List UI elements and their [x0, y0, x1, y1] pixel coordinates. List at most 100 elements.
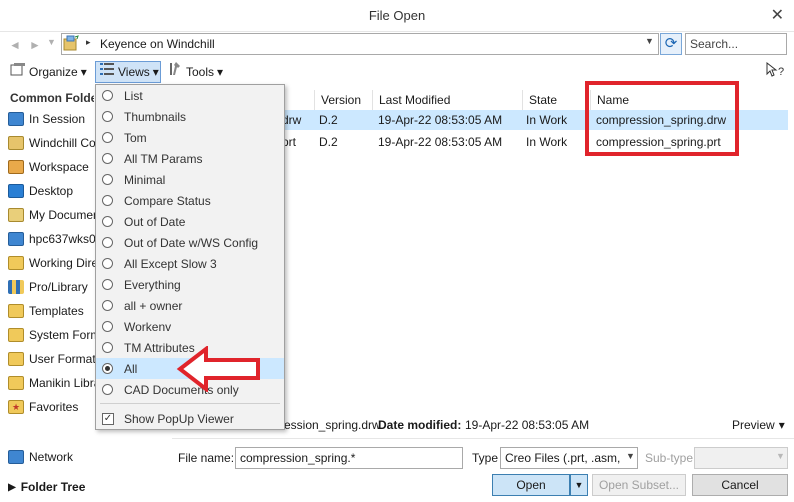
- menu-item-label: Out of Date: [124, 214, 186, 229]
- cell-state: In Work: [526, 135, 568, 149]
- menu-item-label: all + owner: [124, 298, 183, 313]
- sidebar-item-label: Pro/Library: [29, 280, 88, 294]
- svg-text:?: ?: [778, 66, 784, 78]
- sidebar-item-system-formats[interactable]: System Formats: [8, 325, 96, 345]
- sidebar-item-user-formats[interactable]: User Formats: [8, 349, 96, 369]
- view-option-minimal[interactable]: Minimal: [96, 169, 284, 190]
- folder-tree-label: Folder Tree: [20, 480, 86, 494]
- radio-button: [102, 111, 113, 122]
- close-icon[interactable]: ✕: [771, 5, 784, 25]
- chevron-down-icon[interactable]: ▼: [626, 451, 635, 461]
- menu-item-label: Show PopUp Viewer: [124, 411, 234, 426]
- network-icon: [8, 450, 24, 464]
- monitor-icon: [8, 112, 24, 126]
- chevron-down-icon: ▾: [217, 65, 224, 79]
- organize-icon: [10, 62, 26, 82]
- radio-button: [102, 384, 113, 395]
- sidebar-item-windchill-content[interactable]: Windchill Content: [8, 133, 96, 153]
- windchill-icon: [8, 136, 24, 150]
- view-option-thumbnails[interactable]: Thumbnails: [96, 106, 284, 127]
- sidebar-item-label: In Session: [29, 112, 86, 126]
- view-option-out-of-date-ws-config[interactable]: Out of Date w/WS Config: [96, 232, 284, 253]
- views-label: Views: [118, 65, 150, 79]
- triangle-right-icon: ▶: [8, 481, 16, 493]
- radio-button: [102, 258, 113, 269]
- column-header-last-modified[interactable]: Last Modified: [372, 90, 522, 110]
- cancel-button[interactable]: Cancel: [692, 474, 788, 496]
- cell-version: D.2: [319, 135, 338, 149]
- sidebar-item-label: Templates: [29, 304, 84, 318]
- sidebar-item-label: User Formats: [29, 352, 96, 366]
- sidebar-item-label: hpc637wks0: [29, 232, 96, 246]
- view-option-all-tm-params[interactable]: All TM Params: [96, 148, 284, 169]
- breadcrumb-chevron-icon: ▸: [86, 37, 91, 47]
- sidebar-item-label: Windchill Content: [29, 136, 96, 150]
- sub-type-select: [694, 447, 788, 469]
- chevron-down-icon: ▾: [778, 418, 785, 432]
- folder-icon: [8, 328, 24, 342]
- view-option-workenv[interactable]: Workenv: [96, 316, 284, 337]
- file-name-label: File name:: [178, 451, 235, 465]
- tools-menu[interactable]: Tools ▾: [167, 62, 223, 82]
- menu-item-label: Workenv: [124, 319, 172, 334]
- radio-button-checked: [102, 363, 113, 374]
- history-dropdown-icon[interactable]: ▼: [47, 37, 59, 53]
- menu-item-label: Thumbnails: [124, 109, 187, 124]
- library-icon: [8, 280, 24, 294]
- folder-tree-toggle[interactable]: ▶ Folder Tree: [8, 477, 96, 497]
- sidebar-item-workspace[interactable]: Workspace: [8, 157, 96, 177]
- address-dropdown-icon[interactable]: ▼: [645, 36, 654, 46]
- file-name-field[interactable]: compression_spring.*: [235, 447, 463, 469]
- sidebar-item-computer[interactable]: hpc637wks0: [8, 229, 96, 249]
- view-option-all-except-slow-3[interactable]: All Except Slow 3: [96, 253, 284, 274]
- radio-button: [102, 279, 113, 290]
- sidebar-item-label: System Formats: [29, 328, 96, 342]
- address-path[interactable]: Keyence on Windchill: [100, 37, 215, 51]
- radio-button: [102, 342, 113, 353]
- organize-menu[interactable]: Organize ▾: [10, 62, 87, 82]
- cell-version: D.2: [319, 113, 338, 127]
- show-popup-viewer-option[interactable]: ✓ Show PopUp Viewer: [96, 408, 284, 429]
- column-header-version[interactable]: Version: [314, 90, 372, 110]
- views-menu-button[interactable]: Views ▾: [95, 61, 161, 83]
- sidebar-item-in-session[interactable]: In Session: [8, 109, 96, 129]
- view-option-list[interactable]: List: [96, 85, 284, 106]
- preview-toggle[interactable]: Preview ▾: [732, 418, 785, 432]
- radio-button: [102, 195, 113, 206]
- context-help-icon[interactable]: ?: [766, 61, 786, 81]
- open-options-dropdown[interactable]: ▼: [570, 474, 588, 496]
- back-icon[interactable]: ◄: [7, 37, 23, 53]
- forward-icon[interactable]: ►: [27, 37, 43, 53]
- menu-item-label: Everything: [124, 277, 181, 292]
- view-option-out-of-date[interactable]: Out of Date: [96, 211, 284, 232]
- menu-item-label: All Except Slow 3: [124, 256, 217, 271]
- view-option-everything[interactable]: Everything: [96, 274, 284, 295]
- sidebar-item-my-documents[interactable]: My Documents: [8, 205, 96, 225]
- column-header-state[interactable]: State: [522, 90, 590, 110]
- sidebar-item-network[interactable]: Network: [8, 447, 96, 467]
- sidebar-item-favorites[interactable]: ★ Favorites: [8, 397, 96, 417]
- sidebar-item-label: Manikin Library: [29, 376, 96, 390]
- star-folder-icon: ★: [8, 400, 24, 414]
- view-option-compare-status[interactable]: Compare Status: [96, 190, 284, 211]
- menu-separator: [100, 403, 280, 404]
- open-button[interactable]: Open: [492, 474, 570, 496]
- folder-icon: [8, 304, 24, 318]
- sidebar-item-pro-library[interactable]: Pro/Library: [8, 277, 96, 297]
- refresh-button[interactable]: ⟳: [660, 33, 682, 55]
- view-option-all-owner[interactable]: all + owner: [96, 295, 284, 316]
- cell-last-modified: 19-Apr-22 08:53:05 AM: [378, 135, 503, 149]
- menu-item-label: All: [124, 361, 138, 376]
- sidebar-item-working-directory[interactable]: Working Directory: [8, 253, 96, 273]
- sidebar-item-templates[interactable]: Templates: [8, 301, 96, 321]
- cell-state: In Work: [526, 113, 568, 127]
- window-title: File Open: [368, 8, 426, 23]
- view-option-tom[interactable]: Tom: [96, 127, 284, 148]
- sidebar-item-manikin-library[interactable]: Manikin Library: [8, 373, 96, 393]
- workspace-icon: [8, 160, 24, 174]
- type-select[interactable]: Creo Files (.prt, .asm,: [500, 447, 638, 469]
- radio-button: [102, 237, 113, 248]
- sidebar-item-desktop[interactable]: Desktop: [8, 181, 96, 201]
- preview-date-label: Date modified:: [378, 418, 462, 432]
- search-input[interactable]: Search...: [685, 33, 787, 55]
